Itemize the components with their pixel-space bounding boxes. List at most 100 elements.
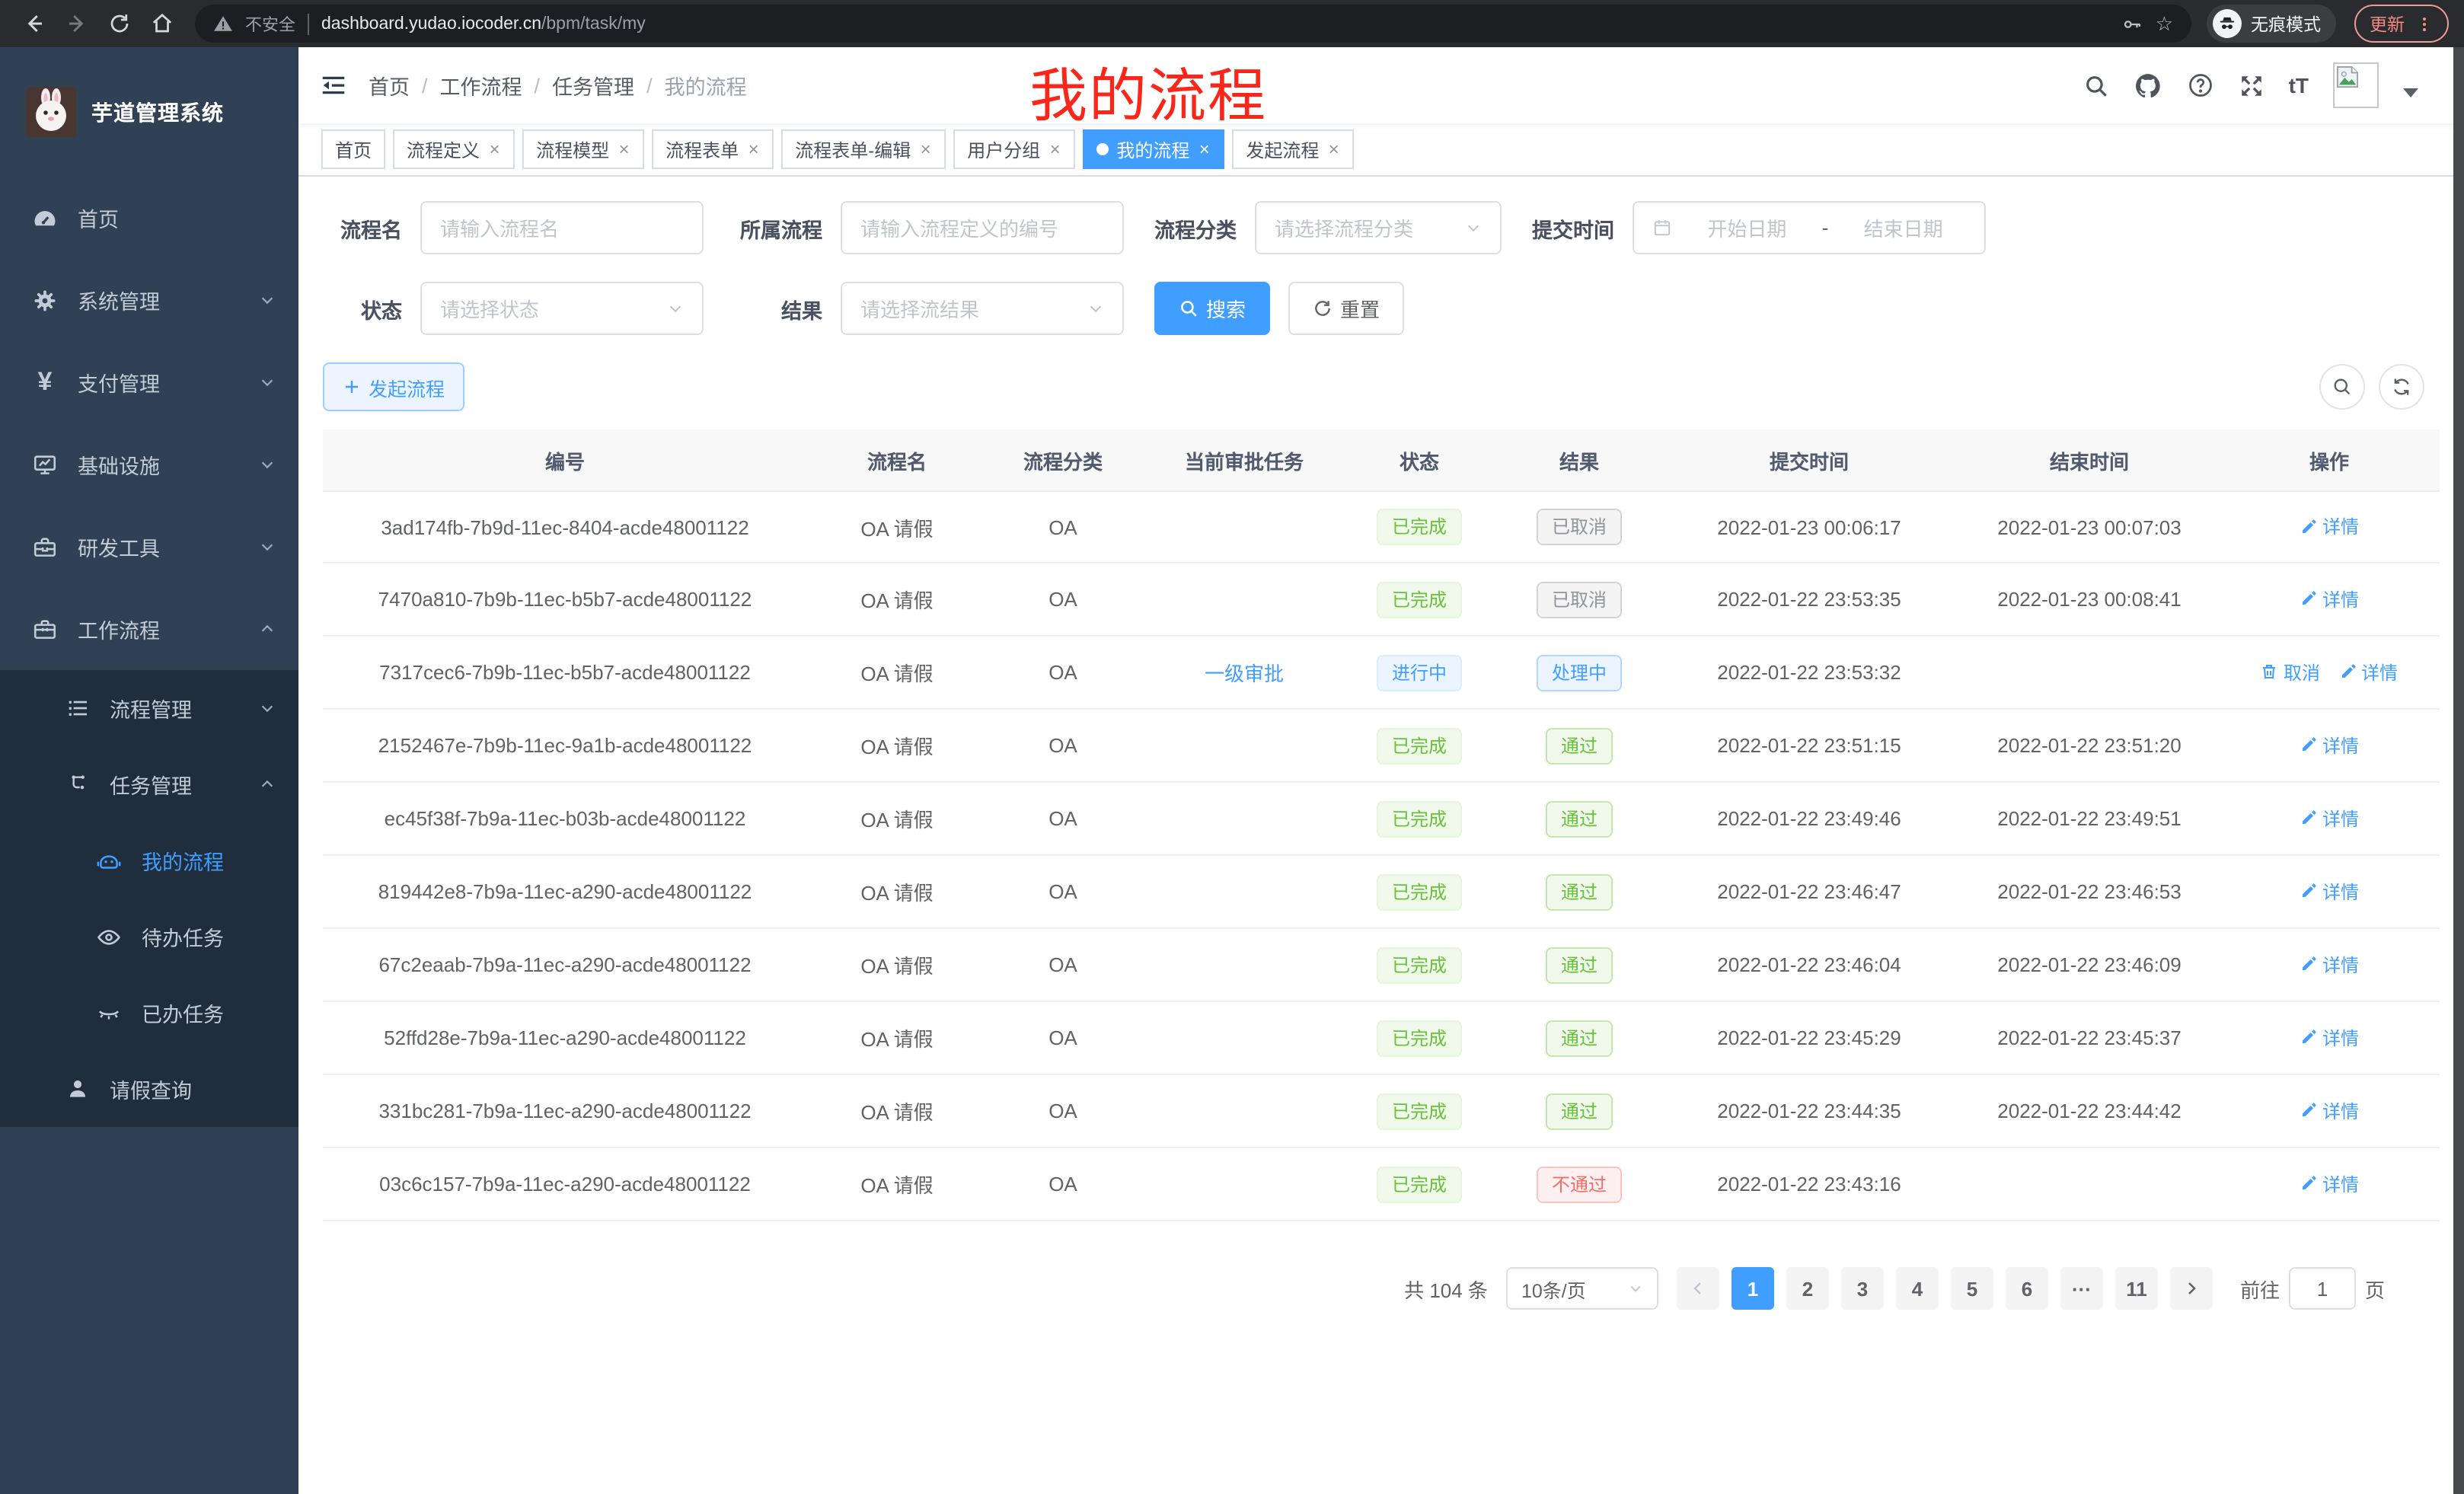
cell-process-name: OA 请假: [807, 877, 987, 906]
close-icon[interactable]: ×: [487, 140, 501, 158]
reset-button[interactable]: 重置: [1288, 282, 1404, 335]
page-button-2[interactable]: 2: [1786, 1267, 1829, 1310]
detail-button[interactable]: 详情: [2300, 1171, 2359, 1197]
back-icon[interactable]: [15, 5, 52, 42]
submit-time-range-picker[interactable]: 开始日期 - 结束日期: [1633, 201, 1986, 254]
page-button-5[interactable]: 5: [1951, 1267, 1993, 1310]
sidebar-item-home[interactable]: 首页: [0, 177, 298, 259]
tab-流程表单[interactable]: 流程表单×: [652, 129, 774, 169]
cell-submit-time: 2022-01-22 23:46:04: [1669, 953, 1949, 976]
detail-button[interactable]: 详情: [2300, 879, 2359, 905]
close-icon[interactable]: ×: [918, 140, 932, 158]
process-def-input[interactable]: 请输入流程定义的编号: [841, 201, 1124, 254]
cell-id: 7317cec6-7b9b-11ec-b5b7-acde48001122: [323, 661, 807, 684]
result-badge: 通过: [1546, 727, 1613, 764]
reload-icon[interactable]: [101, 5, 137, 42]
page-button-11[interactable]: 11: [2115, 1267, 2158, 1310]
detail-button[interactable]: 详情: [2300, 514, 2359, 540]
goto-page-input[interactable]: 1: [2289, 1267, 2356, 1310]
action-label: 详情: [2322, 879, 2359, 905]
sidebar-item-process-management[interactable]: 流程管理: [0, 670, 298, 746]
page-button-4[interactable]: 4: [1896, 1267, 1939, 1310]
close-icon[interactable]: ×: [1048, 140, 1061, 158]
sidebar-item-leave-query[interactable]: 请假查询: [0, 1051, 298, 1127]
cell-process-name: OA 请假: [807, 1023, 987, 1052]
sidebar-item-done-tasks[interactable]: 已办任务: [0, 975, 298, 1051]
close-icon[interactable]: ×: [617, 140, 630, 158]
sidebar-item-infrastructure[interactable]: 基础设施: [0, 423, 298, 506]
detail-button[interactable]: 详情: [2300, 1025, 2359, 1051]
github-icon[interactable]: [2134, 71, 2162, 100]
sidebar-item-task-management[interactable]: 任务管理: [0, 746, 298, 822]
avatar[interactable]: [2333, 62, 2379, 108]
help-icon[interactable]: [2187, 72, 2214, 99]
search-icon[interactable]: [2083, 72, 2109, 98]
breadcrumb-workflow[interactable]: 工作流程: [440, 70, 522, 101]
status-label: 状态: [323, 293, 402, 324]
category-select[interactable]: 请选择流程分类: [1255, 201, 1502, 254]
sidebar-item-system[interactable]: 系统管理: [0, 259, 298, 341]
detail-button[interactable]: 详情: [2300, 1098, 2359, 1124]
monitor-icon: [32, 452, 58, 477]
breadcrumb-task-management[interactable]: 任务管理: [552, 70, 634, 101]
chevron-down-icon: [259, 538, 276, 555]
app-logo-row[interactable]: 芋道管理系统: [0, 47, 298, 177]
cell-end-time: 2022-01-22 23:46:53: [1949, 880, 2229, 903]
refresh-table-button[interactable]: [2379, 364, 2424, 410]
sidebar-item-payment[interactable]: ¥ 支付管理: [0, 341, 298, 423]
result-select[interactable]: 请选择流结果: [841, 282, 1124, 335]
search-button[interactable]: 搜索: [1154, 282, 1270, 335]
tab-发起流程[interactable]: 发起流程×: [1232, 129, 1354, 169]
result-badge: 通过: [1546, 1020, 1613, 1056]
close-icon[interactable]: ×: [1197, 140, 1211, 158]
next-page-button[interactable]: [2170, 1267, 2213, 1310]
page-button-6[interactable]: 6: [2006, 1267, 2048, 1310]
status-select[interactable]: 请选择状态: [420, 282, 704, 335]
tab-用户分组[interactable]: 用户分组×: [953, 129, 1075, 169]
cell-process-name: OA 请假: [807, 804, 987, 833]
toggle-search-button[interactable]: [2319, 364, 2365, 410]
key-icon[interactable]: [2122, 13, 2143, 34]
detail-button[interactable]: 详情: [2300, 952, 2359, 978]
fullscreen-icon[interactable]: [2239, 72, 2265, 98]
tab-我的流程[interactable]: 我的流程×: [1083, 129, 1224, 169]
page-size-select[interactable]: 10条/页: [1506, 1267, 1658, 1310]
refresh-icon: [2391, 376, 2412, 397]
detail-button[interactable]: 详情: [2300, 806, 2359, 832]
detail-button[interactable]: 详情: [2338, 659, 2398, 685]
sidebar-item-my-process[interactable]: 我的流程: [0, 822, 298, 899]
cancel-button[interactable]: 取消: [2261, 659, 2320, 685]
page-button-3[interactable]: 3: [1841, 1267, 1884, 1310]
star-icon[interactable]: ☆: [2156, 11, 2173, 36]
detail-button[interactable]: 详情: [2300, 586, 2359, 612]
table-row: 67c2eaab-7b9a-11ec-a290-acde48001122OA 请…: [323, 929, 2440, 1002]
start-process-button[interactable]: 发起流程: [323, 362, 464, 411]
caret-down-icon[interactable]: [2403, 88, 2418, 97]
window-scrollbar[interactable]: [2453, 47, 2464, 1494]
font-size-icon[interactable]: tT: [2289, 73, 2309, 97]
cell-current-task: 一级审批: [1139, 658, 1349, 687]
tab-首页[interactable]: 首页: [321, 129, 385, 169]
sidebar-item-dev-tools[interactable]: 研发工具: [0, 506, 298, 588]
home-icon[interactable]: [143, 5, 180, 42]
process-name-input[interactable]: 请输入流程名: [420, 201, 704, 254]
process-name-label: 流程名: [323, 212, 402, 243]
detail-button[interactable]: 详情: [2300, 733, 2359, 758]
close-icon[interactable]: ×: [746, 140, 760, 158]
cell-process-name: OA 请假: [807, 731, 987, 760]
tab-流程模型[interactable]: 流程模型×: [522, 129, 644, 169]
prev-page-button[interactable]: [1677, 1267, 1719, 1310]
screen: 不安全 dashboard.yudao.iocoder.cn/bpm/task/…: [0, 0, 2464, 1494]
update-button[interactable]: 更新: [2354, 5, 2449, 43]
sidebar-item-todo-tasks[interactable]: 待办任务: [0, 899, 298, 975]
sidebar-item-workflow[interactable]: 工作流程: [0, 588, 298, 670]
breadcrumb-home[interactable]: 首页: [369, 70, 410, 101]
sidebar-collapse-icon[interactable]: [320, 72, 347, 99]
tab-流程表单-编辑[interactable]: 流程表单-编辑×: [781, 129, 946, 169]
close-icon[interactable]: ×: [1326, 140, 1340, 158]
current-task-link[interactable]: 一级审批: [1205, 662, 1284, 685]
url-bar[interactable]: 不安全 dashboard.yudao.iocoder.cn/bpm/task/…: [195, 5, 2191, 43]
more-pages-button[interactable]: ···: [2060, 1267, 2103, 1310]
page-button-1[interactable]: 1: [1732, 1267, 1774, 1310]
tab-流程定义[interactable]: 流程定义×: [393, 129, 515, 169]
